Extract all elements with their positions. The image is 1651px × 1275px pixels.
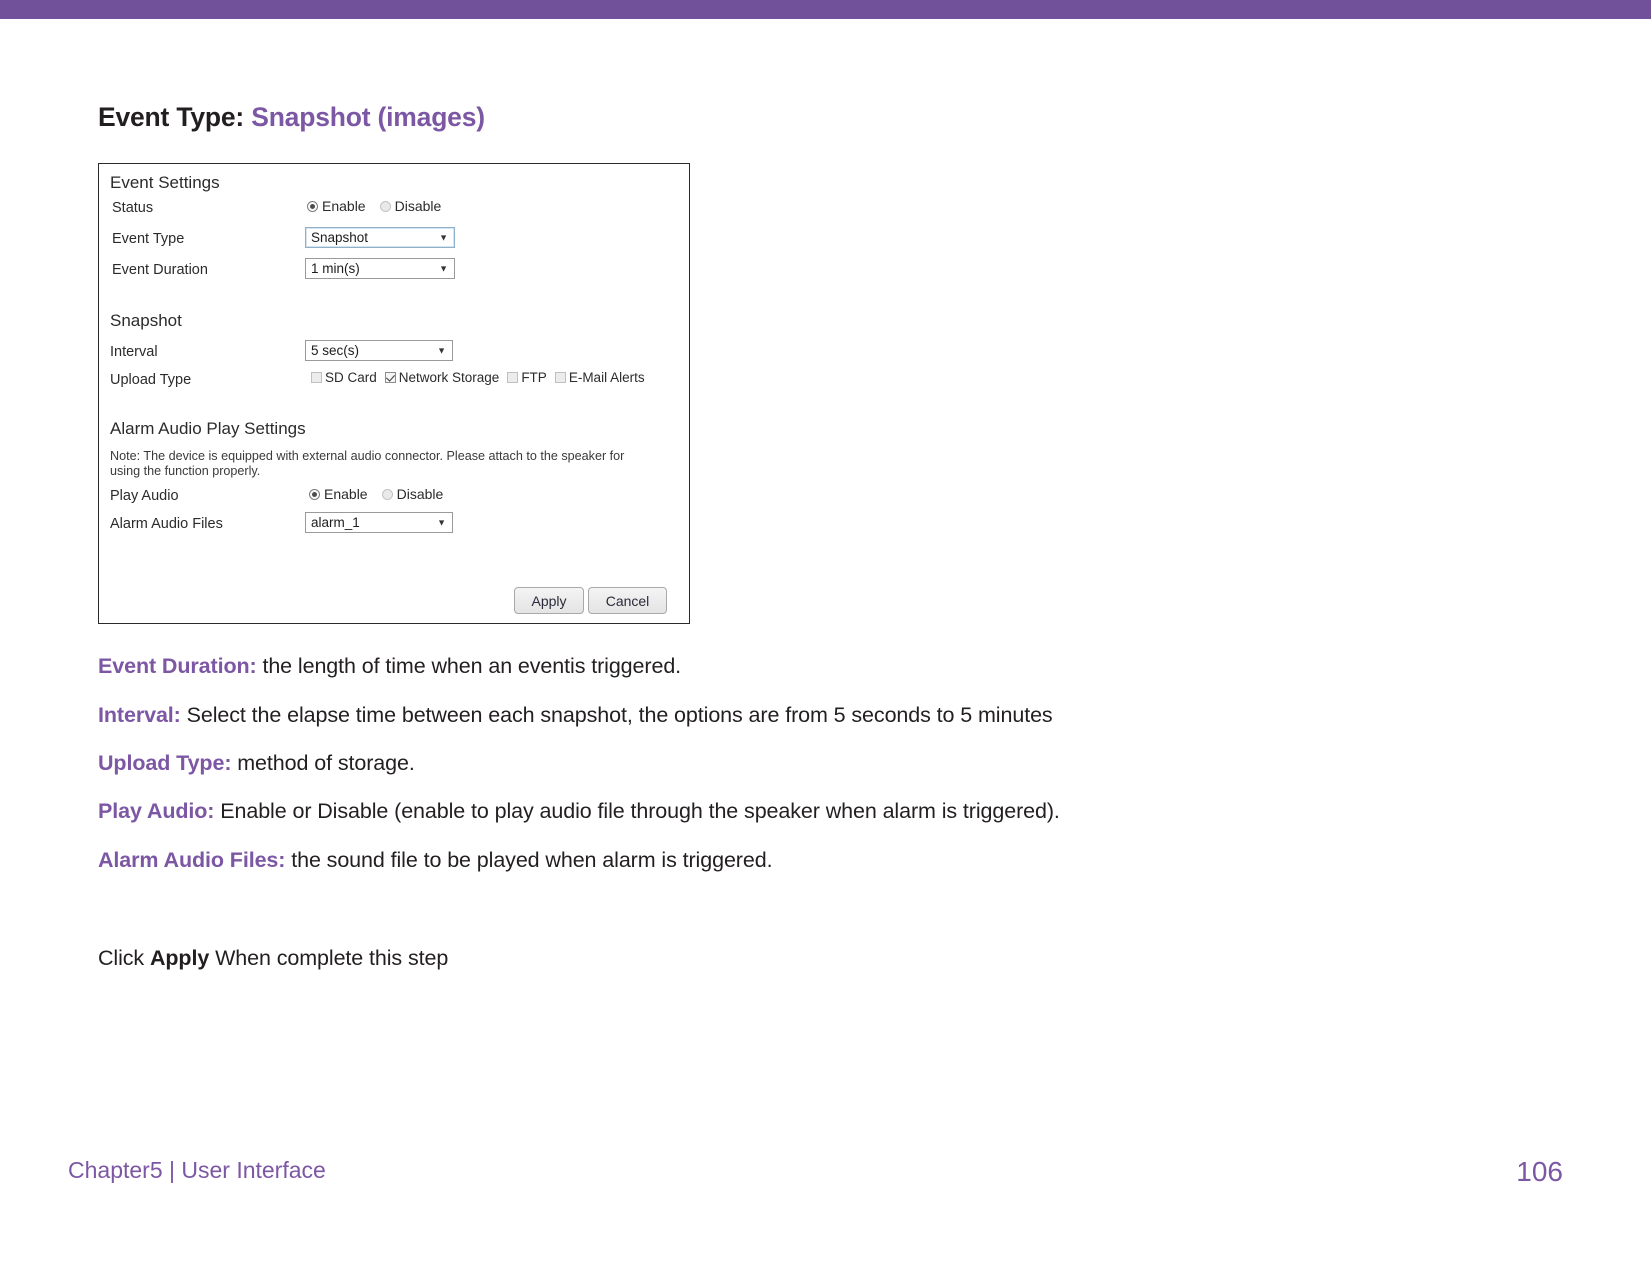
interval-select-value: 5 sec(s) bbox=[311, 343, 360, 358]
page-title: Event Type: Snapshot (images) bbox=[98, 102, 485, 133]
event-settings-panel: Event Settings Status Enable Disable Eve… bbox=[98, 163, 690, 624]
status-disable-label: Disable bbox=[394, 198, 442, 214]
alarm-audio-files-label: Alarm Audio Files bbox=[110, 516, 223, 532]
event-duration-label: Event Duration bbox=[112, 262, 208, 278]
page-content: Event Type: Snapshot (images) Event Sett… bbox=[0, 19, 1651, 1275]
radio-unselected-icon[interactable] bbox=[381, 488, 393, 500]
closing-prefix: Click bbox=[98, 946, 150, 970]
play-audio-disable-option[interactable]: Disable bbox=[381, 486, 444, 502]
checkbox-checked-icon[interactable] bbox=[384, 372, 396, 383]
closing-bold-word: Apply bbox=[149, 946, 210, 970]
status-label: Status bbox=[112, 200, 154, 216]
upload-type-checkbox-group[interactable]: SD Card Network Storage FTP E-Mail Alert… bbox=[311, 370, 653, 385]
cancel-button[interactable]: Cancel bbox=[588, 587, 667, 614]
event-duration-select-value: 1 min(s) bbox=[311, 261, 360, 276]
description-play-audio: Play Audio: Enable or Disable (enable to… bbox=[98, 799, 1060, 824]
upload-type-label-1: Network Storage bbox=[398, 370, 500, 385]
alarm-audio-files-select[interactable]: alarm_1 ▼ bbox=[305, 512, 453, 533]
checkbox-icon[interactable] bbox=[311, 372, 322, 383]
interval-label: Interval bbox=[110, 344, 158, 360]
top-decorative-bar bbox=[0, 0, 1651, 19]
play-audio-label: Play Audio bbox=[110, 488, 179, 504]
event-type-select[interactable]: Snapshot ▼ bbox=[305, 227, 455, 248]
description-text-2: method of storage. bbox=[231, 751, 415, 775]
apply-button[interactable]: Apply bbox=[514, 587, 584, 614]
status-enable-option[interactable]: Enable bbox=[307, 198, 366, 214]
upload-type-option-ftp[interactable]: FTP bbox=[507, 370, 547, 385]
chevron-down-icon: ▼ bbox=[437, 345, 446, 355]
play-audio-enable-label: Enable bbox=[324, 486, 368, 502]
chevron-down-icon: ▼ bbox=[437, 517, 446, 527]
radio-selected-icon[interactable] bbox=[307, 200, 318, 212]
description-upload-type: Upload Type: method of storage. bbox=[98, 751, 415, 776]
description-key-3: Play Audio: bbox=[98, 799, 215, 823]
description-key-1: Interval: bbox=[98, 703, 181, 727]
upload-type-label-3: E-Mail Alerts bbox=[568, 370, 645, 385]
radio-selected-icon[interactable] bbox=[309, 488, 320, 500]
description-text-4: the sound file to be played when alarm i… bbox=[285, 848, 773, 872]
description-text-0: the length of time when an eventis trigg… bbox=[256, 654, 682, 678]
alarm-audio-note: Note: The device is equipped with extern… bbox=[110, 449, 625, 478]
upload-type-label-0: SD Card bbox=[325, 370, 377, 385]
checkbox-icon[interactable] bbox=[507, 372, 519, 383]
event-settings-heading: Event Settings bbox=[110, 173, 220, 192]
description-key-2: Upload Type: bbox=[98, 751, 232, 775]
page-title-label: Event Type: bbox=[98, 102, 245, 132]
snapshot-heading: Snapshot bbox=[110, 311, 182, 330]
event-duration-select[interactable]: 1 min(s) ▼ bbox=[305, 258, 455, 279]
closing-suffix: When complete this step bbox=[209, 946, 449, 970]
status-disable-option[interactable]: Disable bbox=[379, 198, 442, 214]
interval-select[interactable]: 5 sec(s) ▼ bbox=[305, 340, 453, 361]
upload-type-option-email-alerts[interactable]: E-Mail Alerts bbox=[554, 370, 645, 385]
description-event-duration: Event Duration: the length of time when … bbox=[98, 654, 681, 679]
event-type-label: Event Type bbox=[112, 231, 185, 247]
closing-instruction: Click Apply When complete this step bbox=[98, 946, 448, 971]
checkbox-icon[interactable] bbox=[554, 372, 566, 383]
description-key-4: Alarm Audio Files: bbox=[98, 848, 286, 872]
chevron-down-icon: ▼ bbox=[439, 263, 448, 273]
event-type-select-value: Snapshot bbox=[311, 230, 369, 245]
upload-type-label: Upload Type bbox=[110, 372, 192, 388]
radio-unselected-icon[interactable] bbox=[379, 200, 391, 212]
status-enable-label: Enable bbox=[322, 198, 366, 214]
description-text-3: Enable or Disable (enable to play audio … bbox=[214, 799, 1060, 823]
alarm-audio-files-select-value: alarm_1 bbox=[311, 515, 360, 530]
description-text-1: Select the elapse time between each snap… bbox=[180, 703, 1053, 727]
description-key-0: Event Duration: bbox=[98, 654, 257, 678]
alarm-audio-heading: Alarm Audio Play Settings bbox=[110, 419, 306, 438]
status-radio-group[interactable]: Enable Disable bbox=[307, 198, 441, 214]
page-title-value: Snapshot (images) bbox=[251, 102, 485, 132]
description-interval: Interval: Select the elapse time between… bbox=[98, 703, 1053, 728]
play-audio-radio-group[interactable]: Enable Disable bbox=[309, 486, 443, 502]
upload-type-label-2: FTP bbox=[521, 370, 547, 385]
upload-type-option-network-storage[interactable]: Network Storage bbox=[384, 370, 500, 385]
play-audio-enable-option[interactable]: Enable bbox=[309, 486, 368, 502]
description-alarm-audio-files: Alarm Audio Files: the sound file to be … bbox=[98, 848, 773, 873]
play-audio-disable-label: Disable bbox=[396, 486, 444, 502]
footer-chapter: Chapter5 | User Interface bbox=[68, 1157, 326, 1183]
upload-type-option-sd-card[interactable]: SD Card bbox=[311, 370, 377, 385]
chevron-down-icon: ▼ bbox=[439, 232, 448, 242]
footer-page-number: 106 bbox=[1516, 1156, 1563, 1187]
